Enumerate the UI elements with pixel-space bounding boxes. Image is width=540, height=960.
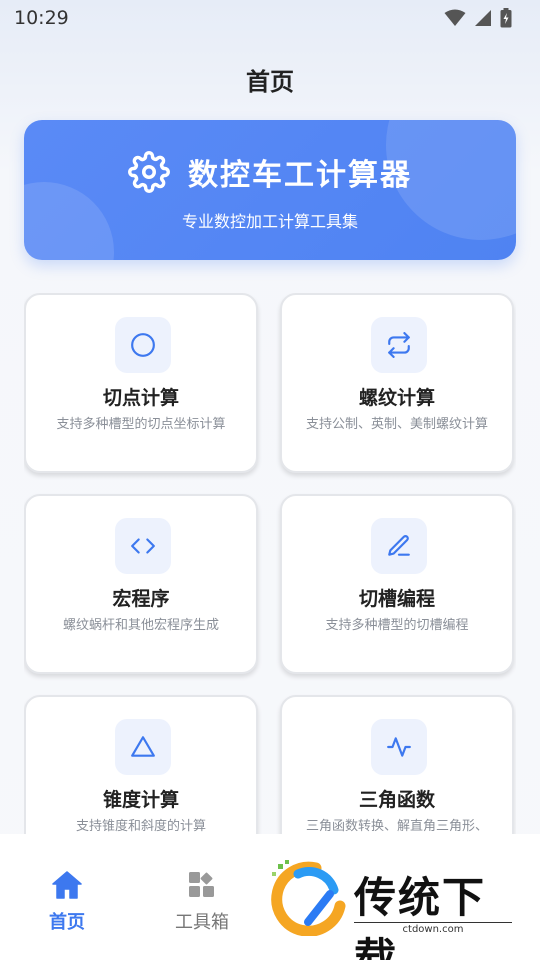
nav-home-label: 首页: [49, 912, 85, 933]
card-desc: 支持多种槽型的切槽编程: [325, 618, 469, 633]
bottom-nav: 首页 工具箱 传统下载 ctdown.com: [0, 834, 540, 960]
feature-grid: 切点计算 支持多种槽型的切点坐标计算 螺纹计算 支持公制、英制、美制螺纹计算 宏…: [24, 293, 516, 834]
card-grooving[interactable]: 切槽编程 支持多种槽型的切槽编程: [280, 494, 514, 674]
swap-arrows-icon: [371, 317, 427, 373]
card-title: 切槽编程: [358, 588, 435, 610]
card-desc: 支持锥度和斜度的计算: [75, 819, 206, 834]
card-thread[interactable]: 螺纹计算 支持公制、英制、美制螺纹计算: [280, 293, 514, 473]
card-macro[interactable]: 宏程序 螺纹蜗杆和其他宏程序生成: [24, 494, 258, 674]
card-trigonometry[interactable]: 三角函数 三角函数转换、解直角三角形、: [280, 695, 514, 834]
card-title: 螺纹计算: [358, 387, 435, 409]
card-desc: 螺纹蜗杆和其他宏程序生成: [62, 618, 219, 633]
status-icons: [444, 8, 512, 28]
pencil-icon: [371, 518, 427, 574]
card-title: 切点计算: [102, 387, 179, 409]
banner-heading: 数控车工计算器: [24, 150, 516, 194]
nav-home[interactable]: 首页: [27, 870, 107, 934]
grid-apps-icon: [189, 872, 214, 897]
status-bar: 10:29: [0, 0, 540, 36]
code-icon: [115, 518, 171, 574]
hero-banner: 数控车工计算器 专业数控加工计算工具集: [24, 120, 516, 260]
gear-icon: [128, 151, 170, 193]
battery-icon: [500, 8, 512, 28]
home-icon: [52, 871, 82, 899]
signal-icon: [475, 10, 491, 26]
watermark-url: ctdown.com: [354, 922, 512, 935]
triangle-icon: [115, 719, 171, 775]
card-desc: 三角函数转换、解直角三角形、: [305, 819, 488, 834]
watermark-logo-icon: [271, 860, 346, 936]
banner-title: 数控车工计算器: [188, 158, 412, 193]
wifi-icon: [444, 9, 466, 26]
card-title: 三角函数: [358, 789, 435, 811]
circle-icon: [115, 317, 171, 373]
card-title: 锥度计算: [102, 789, 179, 811]
waveform-icon: [371, 719, 427, 775]
card-taper[interactable]: 锥度计算 支持锥度和斜度的计算: [24, 695, 258, 834]
card-tangent-point[interactable]: 切点计算 支持多种槽型的切点坐标计算: [24, 293, 258, 473]
watermark: 传统下载 ctdown.com: [268, 860, 518, 960]
page-title: 首页: [246, 68, 294, 96]
banner-subtitle: 专业数控加工计算工具集: [181, 212, 358, 231]
watermark-text: 传统下载: [354, 873, 487, 960]
card-title: 宏程序: [112, 588, 170, 610]
card-desc: 支持公制、英制、美制螺纹计算: [305, 417, 488, 432]
nav-toolbox-label: 工具箱: [175, 912, 229, 933]
status-time: 10:29: [14, 7, 69, 29]
nav-toolbox[interactable]: 工具箱: [162, 870, 242, 934]
card-desc: 支持多种槽型的切点坐标计算: [56, 417, 226, 432]
